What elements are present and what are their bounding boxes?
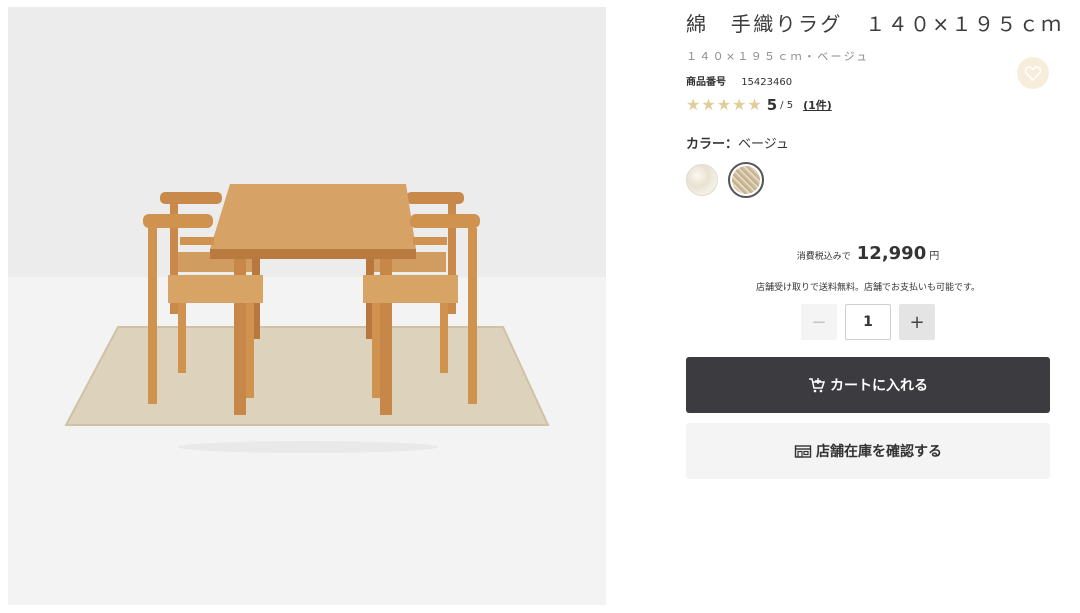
heart-icon (1025, 65, 1041, 81)
review-count-link[interactable]: (1件) (803, 97, 832, 113)
color-selector-label: カラー：ベージュ (686, 133, 789, 152)
price: 12,990 (856, 243, 927, 264)
sku-value: 15423460 (741, 77, 793, 88)
star-icon: ★ (747, 95, 762, 114)
swatch-beige-selected[interactable] (728, 162, 764, 198)
tax-label: 消費税込みで (796, 252, 851, 262)
swatch-off-white[interactable] (686, 164, 718, 196)
price-row: 消費税込みで 12,990 円 (686, 243, 1050, 264)
star-icon: ★ (716, 95, 732, 114)
check-store-stock-button[interactable]: 店舗在庫を確認する (686, 423, 1050, 479)
add-to-cart-label: カートに入れる (830, 378, 928, 394)
currency: 円 (929, 251, 940, 262)
color-swatches (686, 162, 764, 198)
rating-out-of: / 5 (780, 99, 794, 111)
product-variant: １４０×１９５ｃｍ・ベージュ (686, 50, 870, 63)
rating-stars: ★ ★ ★ ★ ★ (686, 95, 762, 115)
product-sku: 商品番号 15423460 (686, 73, 792, 88)
shipping-note: 店舗受け取りで送料無料。店舗でお支払いも可能です。 (755, 283, 981, 293)
star-icon: ★ (701, 95, 716, 114)
check-store-stock-label: 店舗在庫を確認する (816, 444, 942, 460)
quantity-decrease-button[interactable]: − (801, 304, 837, 340)
product-image[interactable] (8, 7, 606, 605)
add-to-cart-button[interactable]: カートに入れる (686, 357, 1050, 413)
rating-score: 5 (766, 96, 778, 114)
sku-label: 商品番号 (686, 77, 726, 88)
cart-icon (809, 378, 826, 393)
product-title: 綿 手織りラグ １４０×１９５ｃｍ (686, 12, 1064, 36)
rating: ★ ★ ★ ★ ★ 5 / 5 (1件) (686, 95, 832, 115)
star-icon: ★ (732, 95, 747, 114)
store-icon (794, 445, 812, 458)
swatch-beige-texture (732, 166, 760, 194)
product-info-panel: 綿 手織りラグ １４０×１９５ｃｍ １４０×１９５ｃｍ・ベージュ 商品番号 15… (686, 0, 1061, 613)
color-label: カラー： (686, 137, 739, 152)
favorite-button[interactable] (1017, 57, 1049, 89)
product-photo-illustration (8, 7, 606, 605)
star-icon: ★ (686, 95, 701, 114)
quantity-stepper: − + (801, 304, 935, 340)
quantity-input[interactable] (845, 304, 891, 340)
color-value: ベージュ (738, 137, 789, 152)
quantity-increase-button[interactable]: + (899, 304, 935, 340)
